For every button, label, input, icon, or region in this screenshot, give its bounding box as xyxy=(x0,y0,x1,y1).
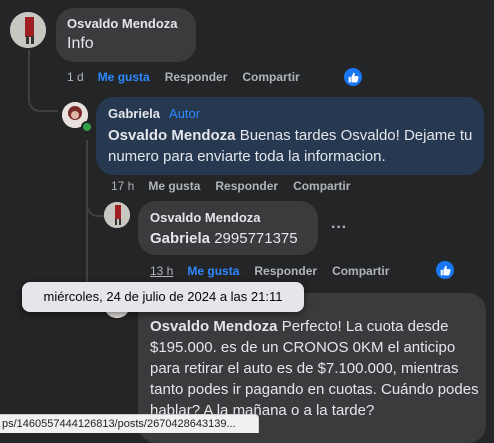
comment-time[interactable]: 13 h xyxy=(150,264,173,278)
comment-text: Osvaldo Mendoza Buenas tardes Osvaldo! D… xyxy=(108,125,478,167)
timestamp-tooltip: miércoles, 24 de julio de 2024 a las 21:… xyxy=(22,282,304,312)
comment-actions: 17 h Me gusta Responder Compartir xyxy=(111,179,365,193)
like-button[interactable]: Me gusta xyxy=(187,264,239,278)
comment-author[interactable]: Gabriela xyxy=(108,106,160,121)
like-button[interactable]: Me gusta xyxy=(98,70,150,84)
avatar-image xyxy=(104,202,130,228)
mention[interactable]: Gabriela xyxy=(150,230,210,247)
comment-bubble: Osvaldo Mendoza Gabriela 2995771375 xyxy=(138,201,318,255)
comment-author[interactable]: Osvaldo Mendoza xyxy=(150,210,261,225)
reply-button[interactable]: Responder xyxy=(254,264,317,278)
thread-line xyxy=(86,140,88,290)
share-button[interactable]: Compartir xyxy=(242,70,299,84)
online-status-dot xyxy=(81,121,93,133)
avatar-osvaldo[interactable] xyxy=(104,202,130,228)
share-button[interactable]: Compartir xyxy=(293,179,350,193)
status-url-text: ps/1460557444126813/posts/2670428643139.… xyxy=(2,418,236,430)
comment-text: Osvaldo Mendoza Perfecto! La cuota desde… xyxy=(150,316,480,421)
comment-text: Gabriela 2995771375 xyxy=(150,230,298,247)
comment-text: Info xyxy=(67,35,94,52)
comment-bubble-highlighted: Gabriela Autor Osvaldo Mendoza Buenas ta… xyxy=(96,97,484,175)
share-button[interactable]: Compartir xyxy=(332,264,389,278)
comment-author[interactable]: Osvaldo Mendoza xyxy=(67,16,178,31)
tooltip-text: miércoles, 24 de julio de 2024 a las 21:… xyxy=(43,289,283,304)
comment-header: Gabriela Autor xyxy=(108,106,200,121)
thumbs-up-icon[interactable] xyxy=(436,261,454,279)
thread-connector xyxy=(28,90,58,112)
mention[interactable]: Osvaldo Mendoza xyxy=(108,127,236,144)
thread-connector xyxy=(86,195,104,217)
more-options-icon[interactable]: ··· xyxy=(331,219,347,237)
comment-actions: 13 h Me gusta Responder Compartir xyxy=(150,264,404,278)
like-button[interactable]: Me gusta xyxy=(148,179,200,193)
comment-time[interactable]: 1 d xyxy=(67,70,84,84)
comment-actions: 1 d Me gusta Responder Compartir xyxy=(67,70,315,84)
avatar-osvaldo[interactable] xyxy=(10,12,46,48)
reply-button[interactable]: Responder xyxy=(165,70,228,84)
mention[interactable]: Osvaldo Mendoza xyxy=(150,318,278,335)
reply-button[interactable]: Responder xyxy=(215,179,278,193)
avatar-image xyxy=(10,12,46,48)
author-badge: Autor xyxy=(169,106,201,121)
thumbs-up-icon[interactable] xyxy=(344,68,362,86)
comment-time[interactable]: 17 h xyxy=(111,179,134,193)
comment-bubble: Osvaldo Mendoza Info xyxy=(56,8,196,62)
status-bar-url: ps/1460557444126813/posts/2670428643139.… xyxy=(0,414,259,433)
comment-body: 2995771375 xyxy=(210,230,298,247)
